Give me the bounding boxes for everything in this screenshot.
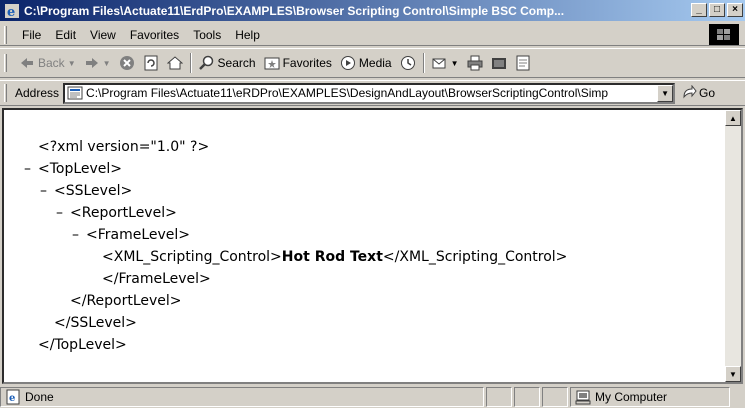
menu-tools[interactable]: Tools (186, 28, 228, 42)
back-button[interactable]: Back ▼ (15, 51, 80, 75)
search-button[interactable]: Search (195, 51, 260, 75)
toolbar-grip[interactable] (4, 54, 7, 72)
back-label: Back (38, 56, 65, 70)
xml-close-toplevel: </TopLevel> (38, 337, 127, 353)
status-cell (542, 387, 568, 407)
page-icon (67, 86, 83, 100)
xml-declaration: <?xml version="1.0" ?> (38, 139, 210, 155)
status-panel: e Done (0, 387, 484, 407)
security-zone: My Computer (570, 387, 730, 407)
title-bar[interactable]: e C:\Program Files\Actuate11\ErdPro\EXAM… (0, 0, 745, 21)
mail-icon (432, 58, 446, 69)
address-dropdown-button[interactable]: ▼ (657, 84, 674, 102)
address-input[interactable]: C:\Program Files\Actuate11\eRDPro\EXAMPL… (63, 82, 676, 104)
stop-button[interactable] (115, 51, 139, 75)
menu-help[interactable]: Help (228, 28, 267, 42)
scroll-down-button[interactable]: ▼ (725, 366, 741, 382)
address-bar: Address C:\Program Files\Actuate11\eRDPr… (0, 80, 745, 106)
xml-element-value: Hot Rod Text (281, 249, 383, 265)
xml-element-close: </XML_Scripting_Control> (382, 249, 568, 265)
favorites-button[interactable]: Favorites (260, 51, 336, 75)
xml-node-sslevel: – <SSLevel> (24, 180, 567, 202)
xml-node-framelevel: – <FrameLevel> (24, 224, 567, 246)
search-label: Search (217, 56, 256, 70)
refresh-button[interactable] (139, 51, 163, 75)
forward-arrow-icon (85, 58, 98, 68)
menu-edit[interactable]: Edit (48, 28, 83, 42)
toolbar-separator (422, 53, 425, 73)
xml-node-scripting-control: <XML_Scripting_Control>Hot Rod Text</XML… (24, 246, 567, 268)
xml-close-reportlevel: </ReportLevel> (70, 293, 182, 309)
svg-text:e: e (7, 5, 15, 19)
media-icon (340, 56, 355, 70)
toolbar-separator (189, 53, 192, 73)
xml-tree: <?xml version="1.0" ?> – <TopLevel> – <SSL… (24, 136, 567, 356)
favorites-icon (264, 57, 280, 70)
go-label: Go (699, 86, 716, 100)
collapse-toggle[interactable]: – (40, 180, 54, 202)
back-arrow-icon (21, 58, 33, 68)
history-icon (400, 56, 415, 70)
media-button[interactable]: Media (336, 51, 396, 75)
address-grip[interactable] (4, 84, 7, 102)
status-text: Done (25, 390, 54, 404)
refresh-icon (144, 55, 158, 71)
print-icon (467, 55, 483, 71)
collapse-toggle[interactable]: – (56, 202, 70, 224)
menu-view[interactable]: View (83, 28, 123, 42)
scroll-up-button[interactable]: ▲ (725, 110, 741, 126)
page-done-icon: e (6, 389, 20, 405)
history-button[interactable] (396, 51, 420, 75)
menu-favorites[interactable]: Favorites (123, 28, 186, 42)
menu-grip[interactable] (4, 25, 7, 44)
xml-close-framelevel: </FrameLevel> (102, 271, 211, 287)
standard-toolbar: Back ▼ ▼ Search Favorites Media ▼ (0, 48, 745, 78)
address-label: Address (15, 86, 60, 100)
media-label: Media (358, 56, 392, 70)
home-button[interactable] (163, 51, 187, 75)
discuss-button[interactable] (511, 51, 535, 75)
vertical-scrollbar[interactable]: ▲ ▼ (725, 110, 741, 382)
forward-dropdown-icon[interactable]: ▼ (103, 59, 111, 68)
stop-icon (119, 56, 134, 70)
collapse-toggle[interactable]: – (24, 158, 38, 180)
status-cell (514, 387, 540, 407)
xml-element-open: <XML_Scripting_Control> (102, 249, 282, 265)
status-cell (486, 387, 512, 407)
close-button[interactable]: × (727, 3, 743, 17)
home-icon (166, 56, 183, 70)
browser-window: e C:\Program Files\Actuate11\ErdPro\EXAM… (0, 0, 745, 408)
back-dropdown-icon[interactable]: ▼ (68, 59, 76, 68)
discuss-icon (516, 55, 530, 71)
svg-text:e: e (9, 393, 15, 404)
windows-logo-icon (709, 24, 739, 45)
minimize-button[interactable]: _ (691, 3, 707, 17)
address-url[interactable]: C:\Program Files\Actuate11\eRDPro\EXAMPL… (86, 86, 656, 100)
mail-button[interactable]: ▼ (428, 51, 463, 75)
window-title: C:\Program Files\Actuate11\ErdPro\EXAMPL… (24, 3, 565, 18)
print-button[interactable] (463, 51, 487, 75)
favorites-label: Favorites (282, 56, 332, 70)
go-arrow-icon (683, 85, 697, 99)
search-icon (198, 55, 213, 70)
maximize-button[interactable]: □ (709, 3, 725, 17)
my-computer-icon (575, 390, 591, 405)
menu-file[interactable]: File (15, 28, 48, 42)
collapse-toggle[interactable]: – (72, 224, 86, 246)
edit-button[interactable] (487, 51, 511, 75)
ie-icon: e (5, 3, 19, 19)
forward-button[interactable]: ▼ (80, 51, 115, 75)
xml-node-reportlevel: – <ReportLevel> (24, 202, 567, 224)
xml-close-sslevel: </SSLevel> (54, 315, 137, 331)
mail-dropdown-icon[interactable]: ▼ (451, 59, 459, 68)
zone-label: My Computer (595, 390, 668, 404)
menu-bar: File Edit View Favorites Tools Help (0, 24, 745, 46)
status-bar: e Done My Computer (0, 386, 745, 408)
page-content: <?xml version="1.0" ?> – <TopLevel> – <SSL… (2, 108, 743, 384)
xml-node-toplevel: – <TopLevel> (24, 158, 567, 180)
go-button[interactable]: Go (681, 85, 715, 101)
edit-icon (491, 58, 506, 69)
